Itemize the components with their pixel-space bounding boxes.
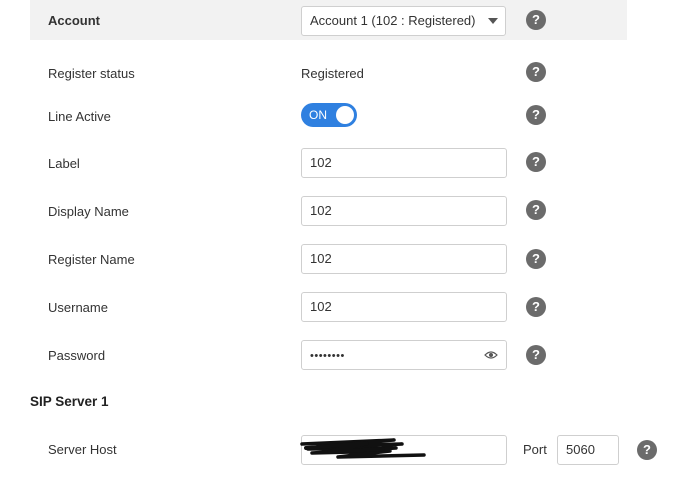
username-input[interactable]: 102: [301, 292, 507, 322]
help-icon-register-name[interactable]: ?: [526, 249, 546, 269]
line-active-label: Line Active: [48, 109, 111, 124]
server-host-label: Server Host: [48, 442, 117, 457]
eye-icon[interactable]: [484, 350, 498, 360]
display-name-input[interactable]: 102: [301, 196, 507, 226]
help-icon-server-host[interactable]: ?: [637, 440, 657, 460]
help-icon-label[interactable]: ?: [526, 152, 546, 172]
register-name-label: Register Name: [48, 252, 135, 267]
display-name-label: Display Name: [48, 204, 129, 219]
chevron-down-icon: [488, 18, 498, 24]
register-status-label: Register status: [48, 66, 135, 81]
redaction-scribble: [300, 438, 426, 459]
username-label: Username: [48, 300, 108, 315]
password-masked-value: ••••••••: [310, 350, 345, 362]
label-input[interactable]: 102: [301, 148, 507, 178]
help-icon-display-name[interactable]: ?: [526, 200, 546, 220]
port-input[interactable]: 5060: [557, 435, 619, 465]
toggle-knob: [336, 106, 354, 124]
password-input[interactable]: ••••••••: [301, 340, 507, 370]
label-field-label: Label: [48, 156, 80, 171]
account-label: Account: [48, 13, 100, 28]
help-icon-line-active[interactable]: ?: [526, 105, 546, 125]
port-label: Port: [523, 442, 547, 457]
register-name-input[interactable]: 102: [301, 244, 507, 274]
toggle-on-text: ON: [309, 108, 327, 122]
password-label: Password: [48, 348, 106, 363]
help-icon-username[interactable]: ?: [526, 297, 546, 317]
help-icon-password[interactable]: ?: [526, 345, 546, 365]
help-icon-register-status[interactable]: ?: [526, 62, 546, 82]
register-status-value: Registered: [301, 66, 364, 81]
sip-server-title: SIP Server 1: [30, 394, 109, 409]
line-active-toggle[interactable]: ON: [301, 103, 357, 127]
account-select-value: Account 1 (102 : Registered): [310, 13, 476, 28]
account-select[interactable]: Account 1 (102 : Registered): [301, 6, 506, 36]
help-icon-account[interactable]: ?: [526, 10, 546, 30]
